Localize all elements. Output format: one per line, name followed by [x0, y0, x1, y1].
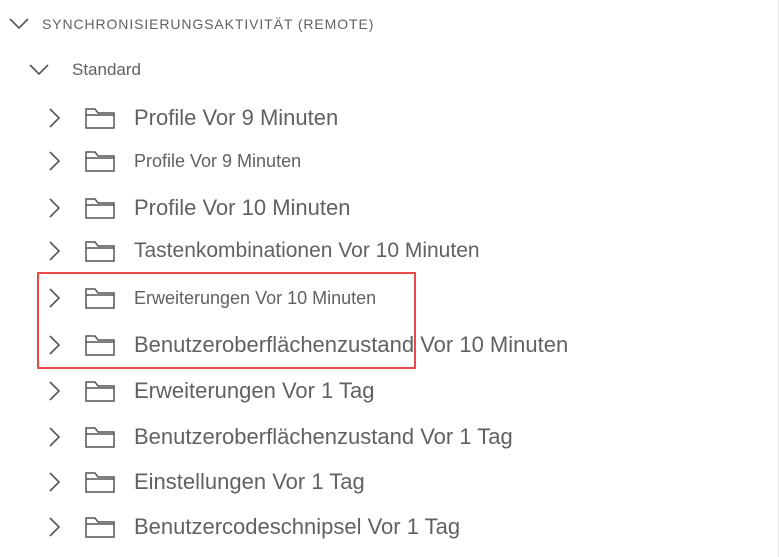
folder-icon — [84, 379, 116, 403]
item-label: Profile Vor 10 Minuten — [134, 195, 351, 220]
list-item[interactable]: Profile Vor 9 Minuten — [44, 101, 338, 135]
folder-icon — [84, 470, 116, 494]
list-item[interactable]: Benutzeroberflächenzustand Vor 10 Minute… — [44, 328, 568, 362]
section-title: SYNCHRONISIERUNGSAKTIVITÄT (REMOTE) — [42, 16, 375, 32]
list-item[interactable]: Benutzeroberflächenzustand Vor 1 Tag — [44, 420, 513, 454]
group-row-standard[interactable]: Standard — [28, 56, 141, 84]
chevron-right-icon[interactable] — [44, 240, 66, 262]
list-item[interactable]: Einstellungen Vor 1 Tag — [44, 465, 365, 499]
list-item[interactable]: Benutzercodeschnipsel Vor 1 Tag — [44, 510, 460, 544]
folder-icon — [84, 196, 116, 220]
chevron-right-icon[interactable] — [44, 516, 66, 538]
folder-icon — [84, 239, 116, 263]
folder-icon — [84, 425, 116, 449]
chevron-right-icon[interactable] — [44, 380, 66, 402]
chevron-right-icon[interactable] — [44, 287, 66, 309]
folder-icon — [84, 333, 116, 357]
section-header-sync-activity[interactable]: SYNCHRONISIERUNGSAKTIVITÄT (REMOTE) — [8, 10, 374, 38]
list-item[interactable]: Erweiterungen Vor 10 Minuten — [44, 281, 376, 315]
chevron-down-icon[interactable] — [28, 59, 50, 81]
item-label: Erweiterungen Vor 10 Minuten — [134, 287, 377, 308]
folder-icon — [84, 106, 116, 130]
folder-icon — [84, 286, 116, 310]
item-label: Benutzeroberflächenzustand Vor 1 Tag — [134, 424, 513, 449]
chevron-right-icon[interactable] — [44, 426, 66, 448]
list-item[interactable]: Profile Vor 9 Minuten — [44, 144, 301, 178]
item-label: Benutzercodeschnipsel Vor 1 Tag — [134, 514, 461, 539]
list-item[interactable]: Tastenkombinationen Vor 10 Minuten — [44, 234, 480, 268]
item-label: Tastenkombinationen Vor 10 Minuten — [134, 239, 480, 262]
sync-activity-panel: SYNCHRONISIERUNGSAKTIVITÄT (REMOTE) Stan… — [0, 0, 779, 557]
chevron-right-icon[interactable] — [44, 107, 66, 129]
item-label: Profile Vor 9 Minuten — [134, 105, 339, 130]
folder-icon — [84, 149, 116, 173]
chevron-right-icon[interactable] — [44, 197, 66, 219]
chevron-right-icon[interactable] — [44, 334, 66, 356]
item-label: Benutzeroberflächenzustand Vor 10 Minute… — [134, 332, 569, 357]
list-item[interactable]: Erweiterungen Vor 1 Tag — [44, 374, 375, 408]
list-item[interactable]: Profile Vor 10 Minuten — [44, 191, 350, 225]
item-label: Erweiterungen Vor 1 Tag — [134, 378, 375, 403]
chevron-right-icon[interactable] — [44, 471, 66, 493]
group-label: Standard — [72, 60, 141, 79]
item-label: Profile Vor 9 Minuten — [134, 150, 302, 171]
chevron-right-icon[interactable] — [44, 150, 66, 172]
folder-icon — [84, 515, 116, 539]
item-label: Einstellungen Vor 1 Tag — [134, 469, 365, 494]
chevron-down-icon[interactable] — [8, 13, 30, 35]
